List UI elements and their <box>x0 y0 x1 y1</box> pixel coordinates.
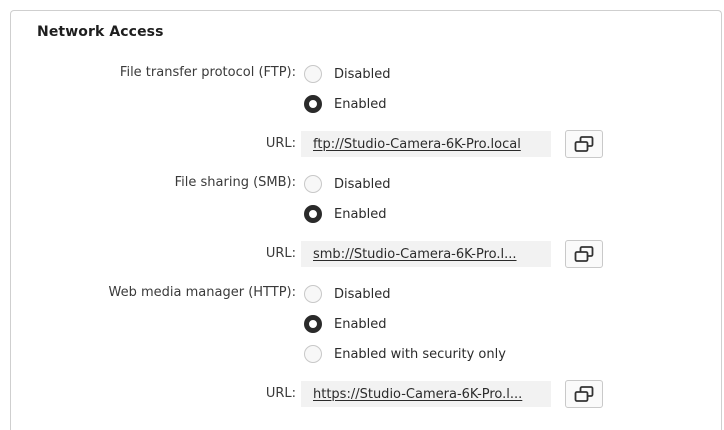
http-copy-button[interactable] <box>565 380 603 408</box>
ftp-url-label: URL: <box>265 136 296 151</box>
smb-enabled-radio[interactable] <box>304 205 322 223</box>
http-url-link[interactable]: https://Studio-Camera-6K-Pro.l... <box>313 387 522 402</box>
http-secure-label: Enabled with security only <box>334 346 506 362</box>
http-secure-radio[interactable] <box>304 345 322 363</box>
copy-icon <box>574 136 594 152</box>
http-url-label: URL: <box>265 386 296 401</box>
smb-url-field: smb://Studio-Camera-6K-Pro.l... <box>301 241 551 267</box>
http-option-secure[interactable]: Enabled with security only <box>304 343 506 365</box>
http-disabled-radio[interactable] <box>304 285 322 303</box>
smb-label: File sharing (SMB): <box>174 175 296 190</box>
ftp-enabled-label: Enabled <box>334 96 387 112</box>
copy-icon <box>574 246 594 262</box>
ftp-url-field: ftp://Studio-Camera-6K-Pro.local <box>301 131 551 157</box>
smb-disabled-radio[interactable] <box>304 175 322 193</box>
ftp-disabled-radio[interactable] <box>304 65 322 83</box>
smb-disabled-label: Disabled <box>334 176 391 192</box>
smb-option-enabled[interactable]: Enabled <box>304 203 387 225</box>
http-option-enabled[interactable]: Enabled <box>304 313 387 335</box>
smb-url-label: URL: <box>265 246 296 261</box>
section-title: Network Access <box>37 24 164 40</box>
ftp-disabled-label: Disabled <box>334 66 391 82</box>
smb-copy-button[interactable] <box>565 240 603 268</box>
ftp-label: File transfer protocol (FTP): <box>119 65 296 80</box>
copy-icon <box>574 386 594 402</box>
ftp-url-link[interactable]: ftp://Studio-Camera-6K-Pro.local <box>313 137 521 152</box>
http-label: Web media manager (HTTP): <box>108 285 296 300</box>
http-enabled-label: Enabled <box>334 316 387 332</box>
ftp-option-enabled[interactable]: Enabled <box>304 93 387 115</box>
http-enabled-radio[interactable] <box>304 315 322 333</box>
ftp-option-disabled[interactable]: Disabled <box>304 63 390 85</box>
smb-option-disabled[interactable]: Disabled <box>304 173 390 195</box>
smb-url-link[interactable]: smb://Studio-Camera-6K-Pro.l... <box>313 247 517 262</box>
smb-enabled-label: Enabled <box>334 206 387 222</box>
http-option-disabled[interactable]: Disabled <box>304 283 390 305</box>
ftp-enabled-radio[interactable] <box>304 95 322 113</box>
ftp-copy-button[interactable] <box>565 130 603 158</box>
http-disabled-label: Disabled <box>334 286 391 302</box>
http-url-field: https://Studio-Camera-6K-Pro.l... <box>301 381 551 407</box>
